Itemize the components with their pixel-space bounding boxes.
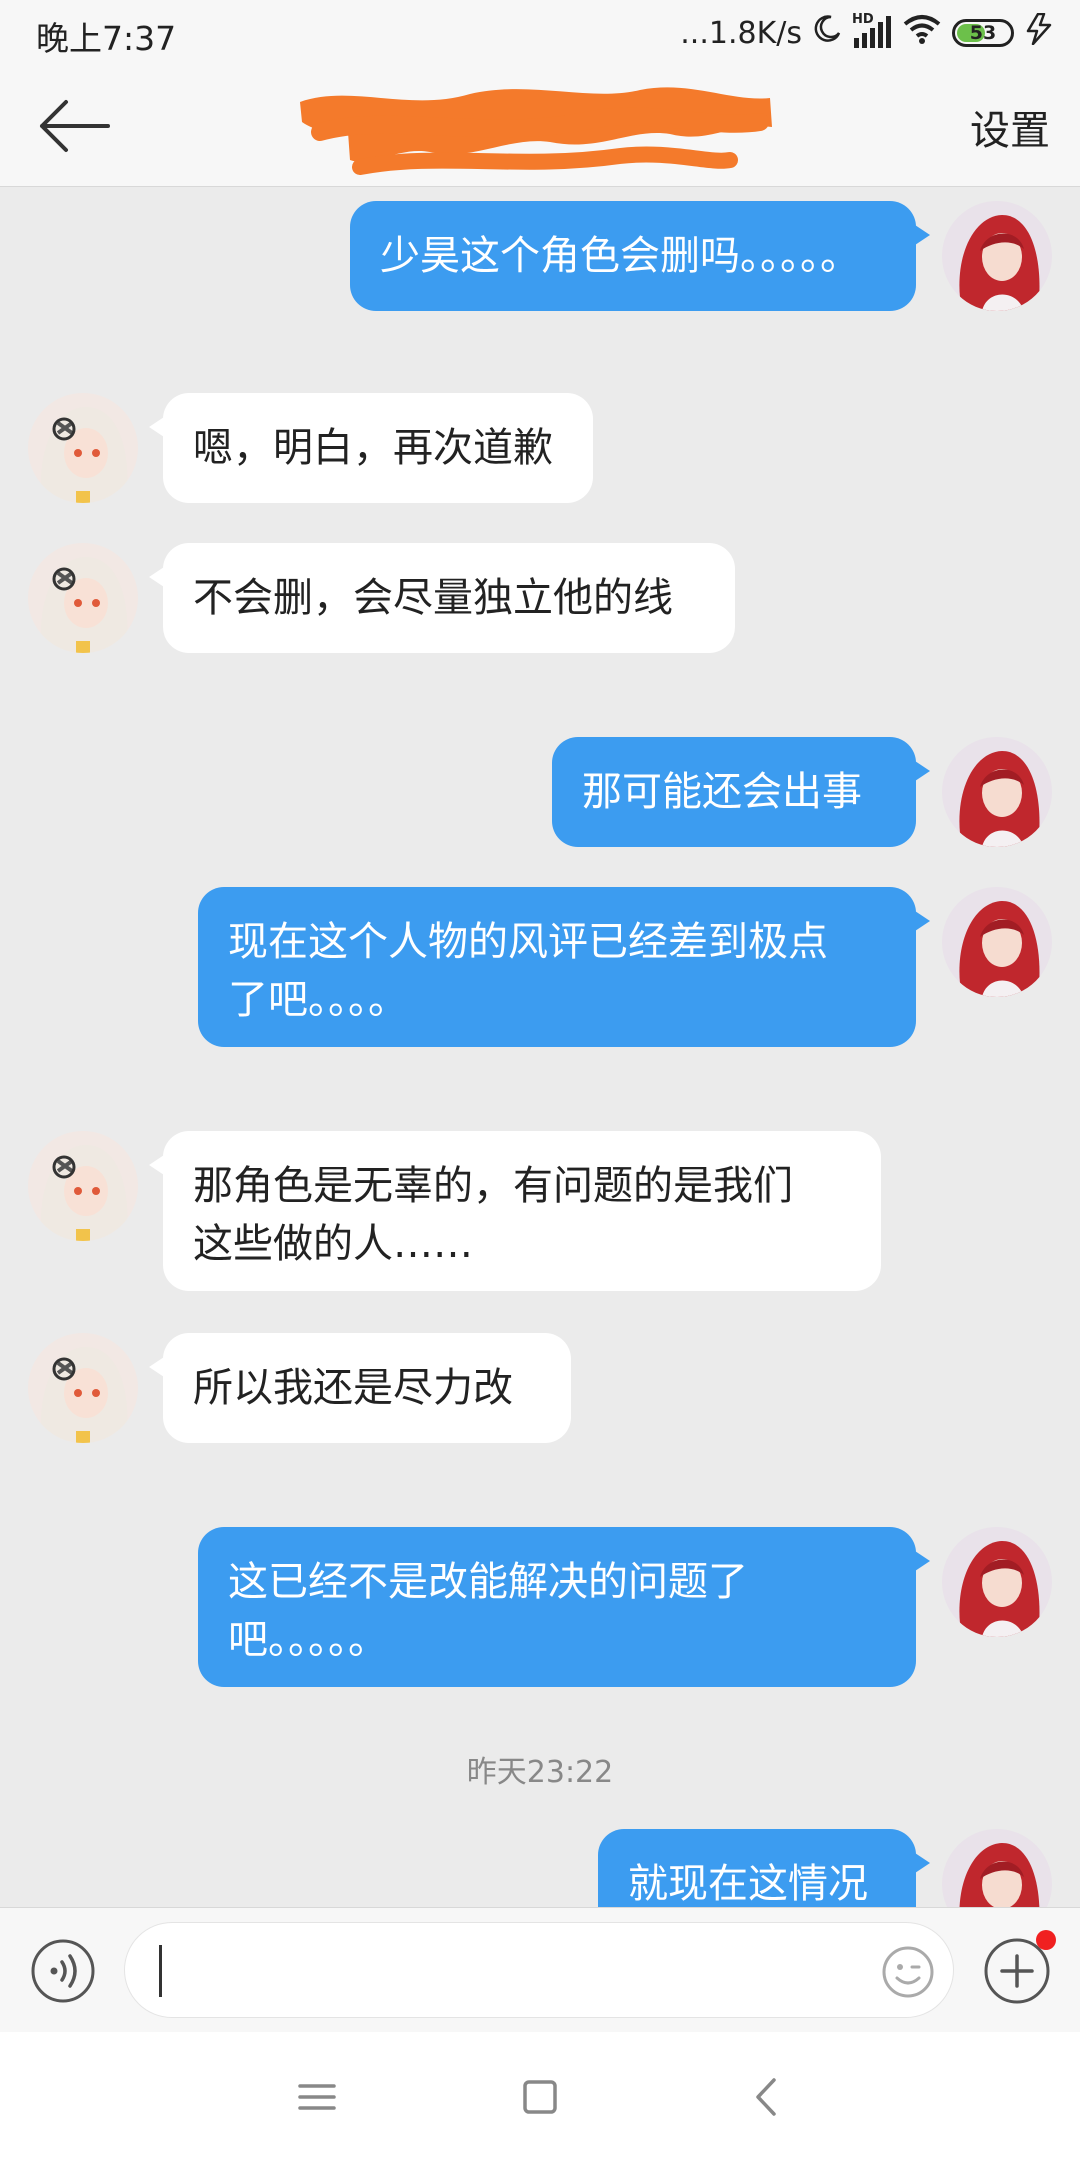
message-bubble-incoming[interactable]: 嗯，明白，再次道歉 [149, 393, 593, 503]
my-avatar[interactable] [942, 1527, 1052, 1637]
message-bubble-outgoing[interactable]: 现在这个人物的风评已经差到极点 了吧。。。。 [198, 887, 930, 1047]
signal-icon: HD [852, 12, 892, 50]
network-speed: ...1.8K/s [680, 15, 802, 51]
contact-avatar[interactable] [28, 393, 138, 503]
system-nav-bar [0, 2032, 1080, 2160]
notification-dot [1036, 1930, 1056, 1950]
chat-messages[interactable]: 少昊这个角色会删吗。。。。。 嗯，明白，再次道歉 不会删，会尽量独立他的线 那可… [0, 187, 1080, 1907]
status-icons: ...1.8K/s HD 53 [680, 10, 1054, 56]
message-bubble-outgoing[interactable]: 那可能还会出事 [552, 737, 930, 847]
message-input[interactable] [124, 1922, 954, 2018]
message-input-bar [0, 1907, 1080, 2033]
back-arrow-icon[interactable] [36, 96, 112, 156]
my-avatar[interactable] [942, 887, 1052, 997]
message-bubble-outgoing[interactable]: 少昊这个角色会删吗。。。。。 [350, 201, 930, 311]
chat-header: 设置 [0, 66, 1080, 187]
moon-icon [812, 14, 842, 52]
message-bubble-incoming[interactable]: 那角色是无辜的，有问题的是我们 这些做的人…… [149, 1131, 881, 1291]
contact-avatar[interactable] [28, 1333, 138, 1443]
message-bubble-incoming[interactable]: 所以我还是尽力改 [149, 1333, 571, 1443]
my-avatar[interactable] [942, 201, 1052, 311]
back-icon[interactable] [742, 2072, 792, 2122]
wifi-icon [902, 13, 942, 53]
home-icon[interactable] [515, 2072, 565, 2122]
contact-avatar[interactable] [28, 1131, 138, 1241]
message-bubble-outgoing[interactable]: 就现在这情况 [598, 1829, 930, 1907]
emoji-icon[interactable] [881, 1945, 935, 1999]
my-avatar[interactable] [942, 1829, 1052, 1907]
status-time: 晚上7:37 [36, 19, 177, 58]
settings-button[interactable]: 设置 [970, 98, 1050, 156]
message-bubble-incoming[interactable]: 不会删，会尽量独立他的线 [149, 543, 735, 653]
charging-icon [1024, 12, 1054, 53]
message-timestamp: 昨天23:22 [466, 1755, 614, 1790]
battery-icon: 53 [952, 19, 1014, 47]
my-avatar[interactable] [942, 737, 1052, 847]
menu-icon[interactable] [292, 2072, 342, 2122]
contact-avatar[interactable] [28, 543, 138, 653]
status-bar: 晚上7:37 ...1.8K/s HD 53 [0, 0, 1080, 66]
battery-level: 53 [969, 22, 997, 44]
redacted-title [290, 72, 780, 192]
message-bubble-outgoing[interactable]: 这已经不是改能解决的问题了 吧。。。。。 [198, 1527, 930, 1687]
text-caret [159, 1945, 162, 1997]
voice-icon[interactable] [30, 1938, 96, 2004]
